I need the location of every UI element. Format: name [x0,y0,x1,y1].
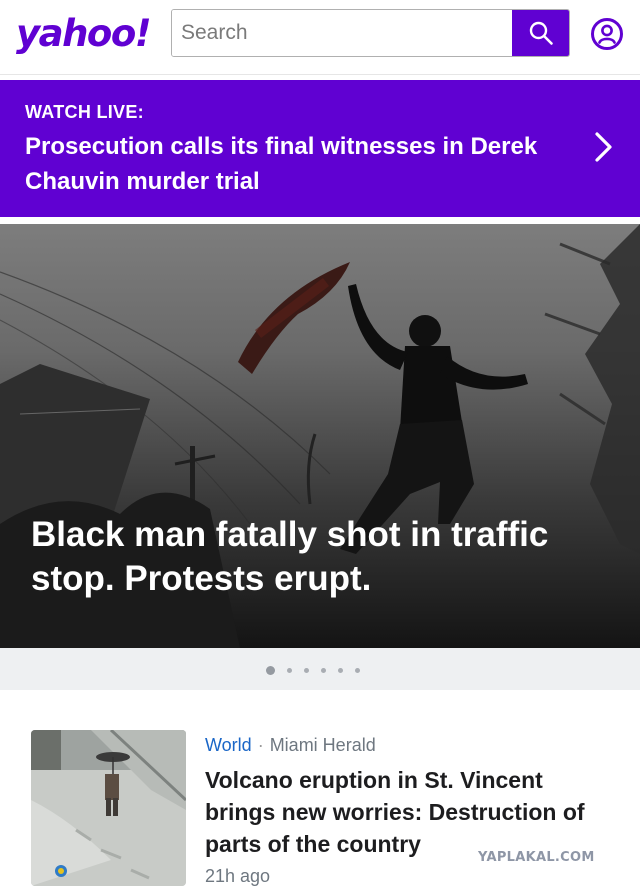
article-time: 21h ago [205,866,271,886]
search-button[interactable] [512,10,569,56]
search-box [171,9,570,57]
search-icon [529,21,553,45]
article-category[interactable]: World [205,735,252,755]
watch-live-headline: Prosecution calls its final witnesses in… [25,133,538,195]
carousel-dot[interactable] [266,666,275,675]
user-circle-icon [591,18,623,50]
carousel-dot[interactable] [338,668,343,673]
carousel-indicator [0,648,640,690]
watch-live-label: WATCH LIVE: [25,102,144,122]
carousel-dot[interactable] [355,668,360,673]
search-input[interactable] [172,10,512,56]
hero-headline: Black man fatally shot in traffic stop. … [31,515,549,598]
profile-button[interactable] [590,17,624,51]
article-thumbnail [31,730,186,886]
carousel-dot[interactable] [304,668,309,673]
chevron-right-icon[interactable] [594,131,614,163]
watermark: YAPLAKAL.COM [478,850,595,865]
carousel-dot[interactable] [321,668,326,673]
top-header: yahoo! [0,0,640,75]
article-title[interactable]: Volcano eruption in St. Vincent brings n… [205,764,615,860]
article-source: Miami Herald [269,735,376,755]
carousel-dot[interactable] [287,668,292,673]
hero-story[interactable]: Black man fatally shot in traffic stop. … [0,224,640,648]
watch-live-banner[interactable]: WATCH LIVE: Prosecution calls its final … [0,80,640,217]
meta-separator: · [257,735,264,755]
yahoo-logo[interactable]: yahoo! [16,10,152,58]
article-meta: World · Miami Herald [205,735,376,756]
